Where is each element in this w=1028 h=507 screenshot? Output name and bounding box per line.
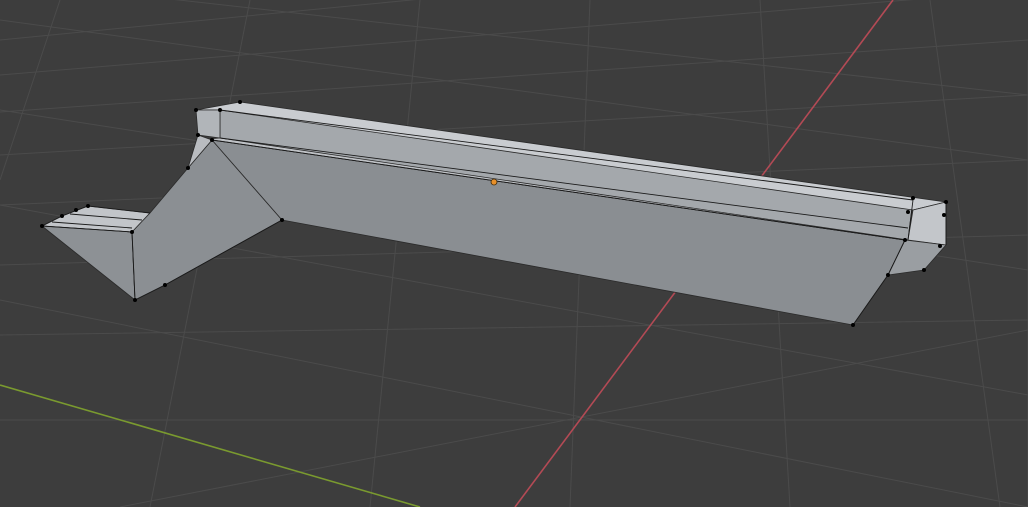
vertex[interactable]: [196, 133, 200, 137]
vertex[interactable]: [163, 283, 167, 287]
vertex[interactable]: [210, 138, 214, 142]
object-origin-marker[interactable]: [490, 178, 498, 186]
vertex[interactable]: [903, 238, 907, 242]
vertex[interactable]: [218, 108, 222, 112]
vertex[interactable]: [922, 268, 926, 272]
vertex[interactable]: [74, 208, 78, 212]
vertex[interactable]: [86, 204, 90, 208]
viewport-canvas[interactable]: [0, 0, 1028, 507]
vertex[interactable]: [280, 218, 284, 222]
vertex[interactable]: [133, 298, 137, 302]
vertex[interactable]: [40, 224, 44, 228]
vertex[interactable]: [938, 244, 942, 248]
vertex[interactable]: [194, 108, 198, 112]
vertex[interactable]: [942, 213, 946, 217]
vertex[interactable]: [186, 166, 190, 170]
vertex[interactable]: [944, 200, 948, 204]
vertex[interactable]: [130, 230, 134, 234]
vertex[interactable]: [911, 196, 915, 200]
vertex[interactable]: [238, 100, 242, 104]
vertex[interactable]: [886, 273, 890, 277]
mesh-face-beam-left-cap[interactable]: [195, 109, 221, 139]
vertex[interactable]: [906, 210, 910, 214]
3d-viewport[interactable]: [0, 0, 1028, 507]
vertex[interactable]: [60, 214, 64, 218]
vertex[interactable]: [851, 323, 855, 327]
